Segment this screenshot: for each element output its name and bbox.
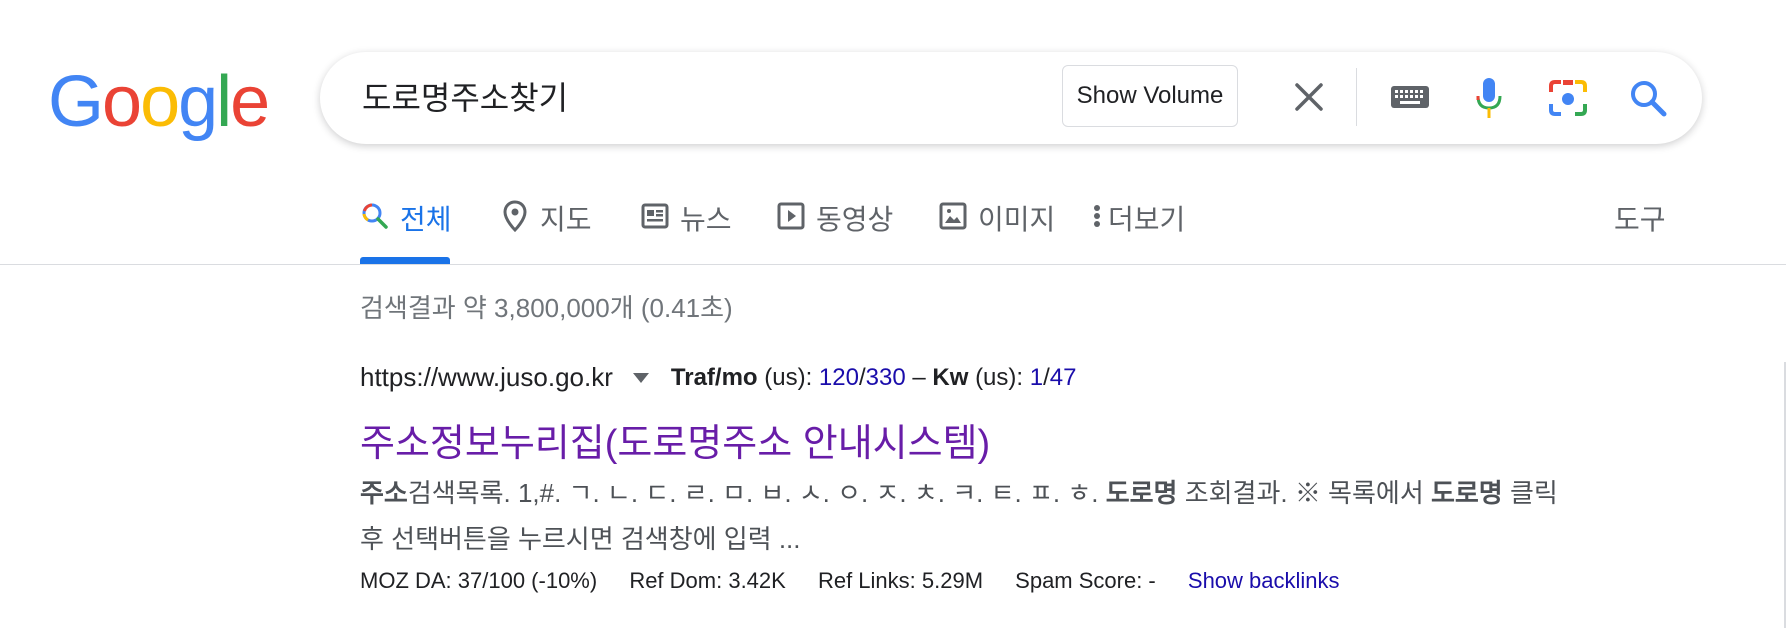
google-logo[interactable]: Google [48, 62, 270, 142]
tab-label: 지도 [540, 204, 592, 235]
result-url-row: https://www.juso.go.kr Traf/mo (us): 120… [360, 362, 1076, 393]
result-title-link[interactable]: 주소정보누리집(도로명주소 안내시스템) [360, 412, 990, 467]
tab-news[interactable]: 뉴스 [640, 198, 732, 264]
logo-letter: e [230, 62, 270, 142]
camera-icon[interactable] [1540, 70, 1596, 126]
tab-label: 이미지 [978, 204, 1056, 235]
map-pin-icon [500, 198, 530, 234]
tab-label: 동영상 [816, 204, 894, 235]
search-icon[interactable] [1620, 70, 1676, 126]
keyboard-icon[interactable] [1380, 72, 1440, 122]
tab-more[interactable]: 더보기 [1090, 198, 1185, 264]
search-box[interactable]: 도로명주소찾기 Show Volume [320, 52, 1702, 144]
play-icon [776, 198, 806, 234]
more-vert-icon [1090, 198, 1104, 234]
moz-da: MOZ DA: 37/100 (-10%) [360, 568, 598, 593]
result-snippet: 주소검색목록. 1,#. ㄱ. ㄴ. ㄷ. ㄹ. ㅁ. ㅂ. ㅅ. ㅇ. ㅈ. … [360, 478, 1558, 554]
tab-all[interactable]: 전체 [360, 198, 452, 264]
tabs-divider [0, 264, 1786, 265]
tab-images[interactable]: 이미지 [938, 198, 1055, 264]
search-input[interactable]: 도로명주소찾기 [362, 76, 568, 120]
ref-links: Ref Links: 5.29M [817, 568, 984, 593]
mic-icon[interactable] [1462, 70, 1516, 126]
show-backlinks-link[interactable]: Show backlinks [1188, 568, 1340, 593]
logo-letter: o [102, 62, 142, 142]
image-icon [938, 198, 968, 234]
logo-letter: G [48, 62, 104, 142]
ref-domains: Ref Dom: 3.42K [629, 568, 786, 593]
result-url[interactable]: https://www.juso.go.kr [360, 362, 613, 393]
tab-maps[interactable]: 지도 [500, 198, 592, 264]
logo-letter: l [216, 62, 232, 142]
search-divider [1356, 68, 1357, 126]
spam-score: Spam Score: - [1015, 568, 1156, 593]
chevron-down-icon[interactable] [632, 372, 649, 383]
search-icon [360, 198, 390, 234]
tab-label: 뉴스 [680, 204, 732, 235]
news-icon [640, 198, 670, 234]
result-stats: 검색결과 약 3,800,000개 (0.41초) [360, 293, 733, 323]
seo-metrics: MOZ DA: 37/100 (-10%) Ref Dom: 3.42K Ref… [360, 568, 1340, 594]
seo-traffic: Traf/mo (us): 120/330 – Kw (us): 1/47 [670, 363, 1077, 391]
tools-button[interactable]: 도구 [1614, 198, 1666, 238]
show-volume-button[interactable]: Show Volume [1062, 65, 1238, 127]
logo-letter: g [178, 62, 218, 142]
tab-label: 더보기 [1108, 204, 1186, 235]
tab-videos[interactable]: 동영상 [776, 198, 893, 264]
close-icon[interactable] [1284, 72, 1334, 122]
active-tab-indicator [360, 257, 450, 264]
logo-letter: o [140, 62, 180, 142]
tab-label: 전체 [400, 204, 452, 235]
